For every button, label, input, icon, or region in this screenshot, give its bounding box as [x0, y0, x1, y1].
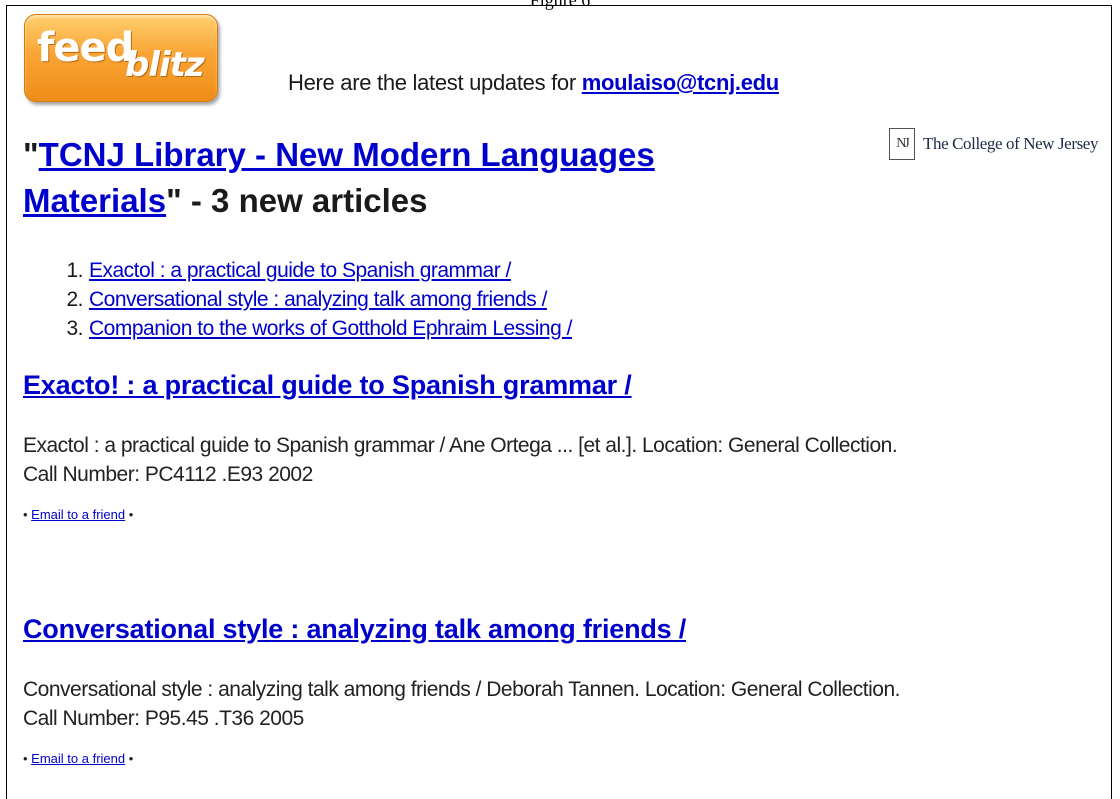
bullet: •	[23, 507, 32, 522]
feed-title: "TCNJ Library - New Modern Languages Mat…	[23, 132, 783, 224]
article-call-number: Call Number: PC4112 .E93 2002	[23, 463, 313, 486]
list-item-number: 1.	[66, 259, 83, 282]
email-frame: feed blitz Here are the latest updates f…	[6, 5, 1112, 799]
logo-text-blitz: blitz	[125, 45, 205, 85]
list-item: 1. Exactol : a practical guide to Spanis…	[23, 256, 572, 285]
list-item-number: 2.	[66, 288, 83, 311]
toc-link-1[interactable]: Exactol : a practical guide to Spanish g…	[89, 256, 511, 285]
college-seal-icon: NJ	[889, 128, 915, 160]
toc-link-3[interactable]: Companion to the works of Gotthold Ephra…	[89, 314, 572, 343]
bullet: •	[125, 507, 134, 522]
list-item-number: 3.	[66, 317, 83, 340]
feed-title-quote-open: "	[23, 136, 39, 173]
email-to-friend-row: • Email to a friend •	[23, 507, 1103, 522]
article-description-line: Conversational style : analyzing talk am…	[23, 678, 900, 701]
article-title-link[interactable]: Exacto! : a practical guide to Spanish g…	[23, 370, 632, 401]
updates-line: Here are the latest updates for moulaiso…	[288, 70, 779, 96]
college-name: The College of New Jersey	[923, 134, 1099, 153]
article-description-line: Exactol : a practical guide to Spanish g…	[23, 434, 898, 457]
feed-title-suffix: - 3 new articles	[181, 182, 428, 219]
bullet: •	[23, 751, 32, 766]
updates-prefix: Here are the latest updates for	[288, 70, 582, 95]
toc-link-2[interactable]: Conversational style : analyzing talk am…	[89, 285, 547, 314]
article-1: Exacto! : a practical guide to Spanish g…	[23, 370, 1103, 522]
college-brand: NJ The College of New Jersey	[889, 124, 1098, 164]
bullet: •	[125, 751, 134, 766]
email-to-friend-link[interactable]: Email to a friend	[31, 507, 125, 522]
feedblitz-logo[interactable]: feed blitz	[24, 14, 218, 102]
list-item: 3. Companion to the works of Gotthold Ep…	[23, 314, 572, 343]
article-list: 1. Exactol : a practical guide to Spanis…	[23, 256, 572, 343]
article-title-link[interactable]: Conversational style : analyzing talk am…	[23, 614, 686, 645]
article-2: Conversational style : analyzing talk am…	[23, 614, 1103, 766]
subscriber-email-link[interactable]: moulaiso@tcnj.edu	[582, 70, 780, 95]
list-item: 2. Conversational style : analyzing talk…	[23, 285, 572, 314]
article-description: Conversational style : analyzing talk am…	[23, 675, 1103, 733]
email-to-friend-link[interactable]: Email to a friend	[31, 751, 125, 766]
feed-title-quote-close: "	[166, 182, 182, 219]
logo-text-feed: feed	[37, 25, 134, 71]
email-to-friend-row: • Email to a friend •	[23, 751, 1103, 766]
article-call-number: Call Number: P95.45 .T36 2005	[23, 707, 304, 730]
article-description: Exactol : a practical guide to Spanish g…	[23, 431, 1103, 489]
